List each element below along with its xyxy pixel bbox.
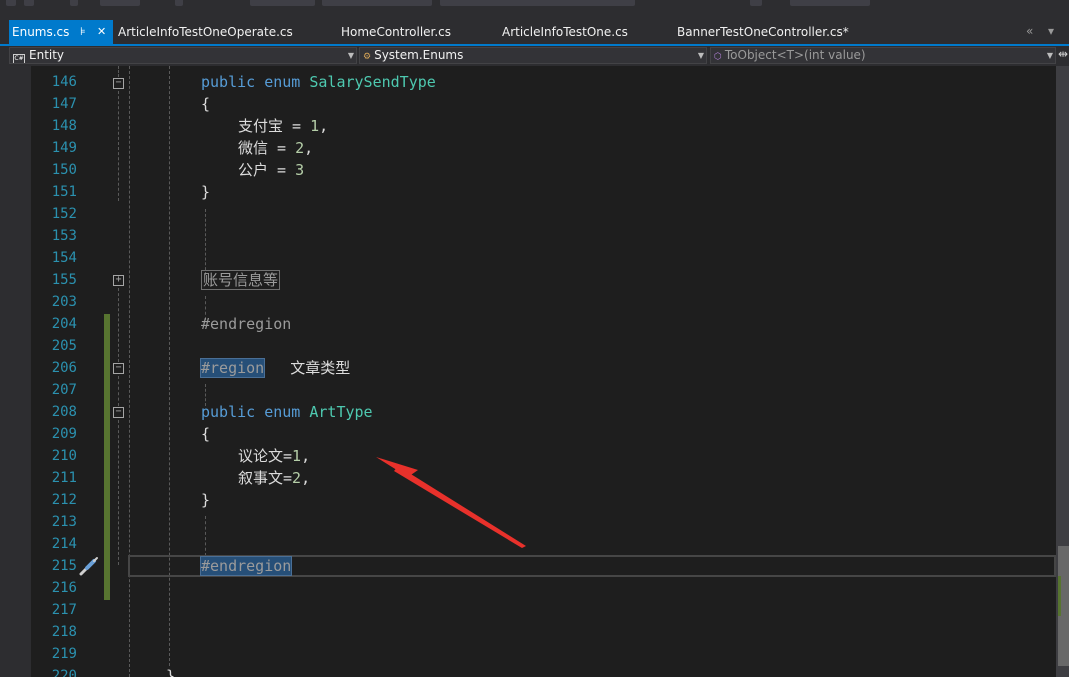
indent-guide (205, 516, 206, 556)
code-line-212: } (201, 491, 211, 509)
line-number: 218 (51, 624, 77, 640)
member-name: ToObject<T>(int value) (724, 48, 866, 62)
code-line-150: 公户 = 3 (238, 161, 305, 179)
chevron-down-icon: ▼ (1046, 51, 1053, 60)
tab-overflow-icon[interactable]: « (1026, 24, 1033, 38)
line-number: 208 (51, 404, 77, 420)
line-number: 217 (51, 602, 77, 618)
indicator-margin (0, 66, 31, 677)
code-editor[interactable]: 146 147 148 149 150 151 152 153 154 155 203 204 205 2… (0, 66, 1069, 677)
line-number: 155 (51, 272, 77, 288)
tab-label: Enums.cs (12, 25, 70, 39)
document-tab-bar: Enums.cs ⊧ ✕ ArticleInfoTestOneOperate.c… (0, 8, 1069, 44)
line-number: 210 (51, 448, 77, 464)
line-number: 148 (51, 118, 77, 134)
line-number: 152 (51, 206, 77, 222)
pin-icon[interactable]: ⊧ (80, 20, 86, 44)
code-line-206: #region 文章类型 (199, 358, 351, 378)
close-icon[interactable]: ✕ (97, 20, 106, 44)
line-number: 151 (51, 184, 77, 200)
line-number: 205 (51, 338, 77, 354)
outline-guide (118, 288, 119, 362)
code-line-210: 议论文=1, (238, 447, 311, 465)
split-view-icon[interactable]: ⇹ (1058, 47, 1068, 61)
outline-guide (118, 91, 119, 201)
line-number: 209 (51, 426, 77, 442)
code-line-151: } (201, 183, 211, 201)
code-line-208: public enum ArtType (201, 403, 373, 421)
type-dropdown[interactable]: ⚙ System.Enums ▼ (359, 47, 707, 64)
line-number: 216 (51, 580, 77, 596)
code-line-204: #endregion (201, 315, 292, 333)
line-number: 220 (51, 668, 77, 677)
tab-controls: « ▾ (1024, 20, 1069, 44)
project-name: Entity (29, 48, 65, 62)
line-number: 213 (51, 514, 77, 530)
tab-enums-cs[interactable]: Enums.cs ⊧ ✕ (9, 20, 113, 44)
code-line-211: 叙事文=2, (238, 469, 311, 487)
tab-banner-test-one-controller[interactable]: BannerTestOneController.cs* (677, 20, 849, 44)
method-icon: ⬡ (714, 52, 722, 62)
fold-toggle-icon[interactable]: − (113, 78, 124, 89)
fold-toggle-icon[interactable]: − (113, 363, 124, 374)
type-name: System.Enums (374, 48, 464, 62)
tab-home-controller[interactable]: HomeController.cs (341, 20, 451, 44)
code-line-147: { (201, 95, 211, 113)
tab-article-info-test-one-operate[interactable]: ArticleInfoTestOneOperate.cs (118, 20, 293, 44)
chevron-down-icon: ▼ (697, 51, 704, 60)
collapsed-region-label[interactable]: 账号信息等 (201, 270, 281, 290)
outline-guide (118, 376, 119, 406)
line-number: 219 (51, 646, 77, 662)
class-icon: ⚙ (363, 52, 372, 62)
csharp-file-icon: C# (13, 54, 25, 63)
fold-toggle-icon[interactable]: − (113, 407, 124, 418)
code-line-148: 支付宝 = 1, (238, 117, 329, 135)
vertical-scrollbar[interactable] (1056, 66, 1069, 677)
fold-toggle-icon[interactable]: + (113, 275, 124, 286)
navigation-bar: C# Entity ▼ ⚙ System.Enums ▼ ⬡ ToObject<T>(… (0, 46, 1069, 66)
chevron-down-icon: ▼ (347, 51, 354, 60)
line-number: 146 (51, 74, 77, 90)
line-number: 149 (51, 140, 77, 156)
line-number: 150 (51, 162, 77, 178)
tab-article-info-test-one[interactable]: ArticleInfoTestOne.cs (502, 20, 628, 44)
change-marker (104, 314, 110, 600)
code-line-155[interactable]: 账号信息等 (201, 269, 281, 291)
project-dropdown[interactable]: C# Entity ▼ (9, 47, 357, 64)
member-dropdown[interactable]: ⬡ ToObject<T>(int value) ▼ (710, 47, 1056, 64)
line-number: 214 (51, 536, 77, 552)
tab-menu-icon[interactable]: ▾ (1048, 24, 1054, 38)
code-line-146: public enum SalarySendType (201, 73, 436, 91)
code-line-149: 微信 = 2, (238, 139, 314, 157)
indent-guide (205, 209, 206, 275)
indent-guide (129, 66, 130, 677)
toolbar-strip (0, 0, 1069, 8)
line-number: 206 (51, 360, 77, 376)
line-number: 203 (51, 294, 77, 310)
scrollbar-change-mark (1058, 576, 1061, 616)
line-number: 211 (51, 470, 77, 486)
code-line-209: { (201, 425, 211, 443)
line-number: 204 (51, 316, 77, 332)
line-number: 153 (51, 228, 77, 244)
line-number: 212 (51, 492, 77, 508)
line-number: 147 (51, 96, 77, 112)
outline-guide (118, 66, 119, 77)
quick-actions-screwdriver-icon[interactable] (78, 556, 100, 576)
line-number: 207 (51, 382, 77, 398)
line-number: 215 (51, 558, 77, 574)
code-line-215: #endregion (199, 556, 293, 576)
outline-guide (118, 420, 119, 565)
code-line-220: } (166, 667, 176, 677)
line-number: 154 (51, 250, 77, 266)
